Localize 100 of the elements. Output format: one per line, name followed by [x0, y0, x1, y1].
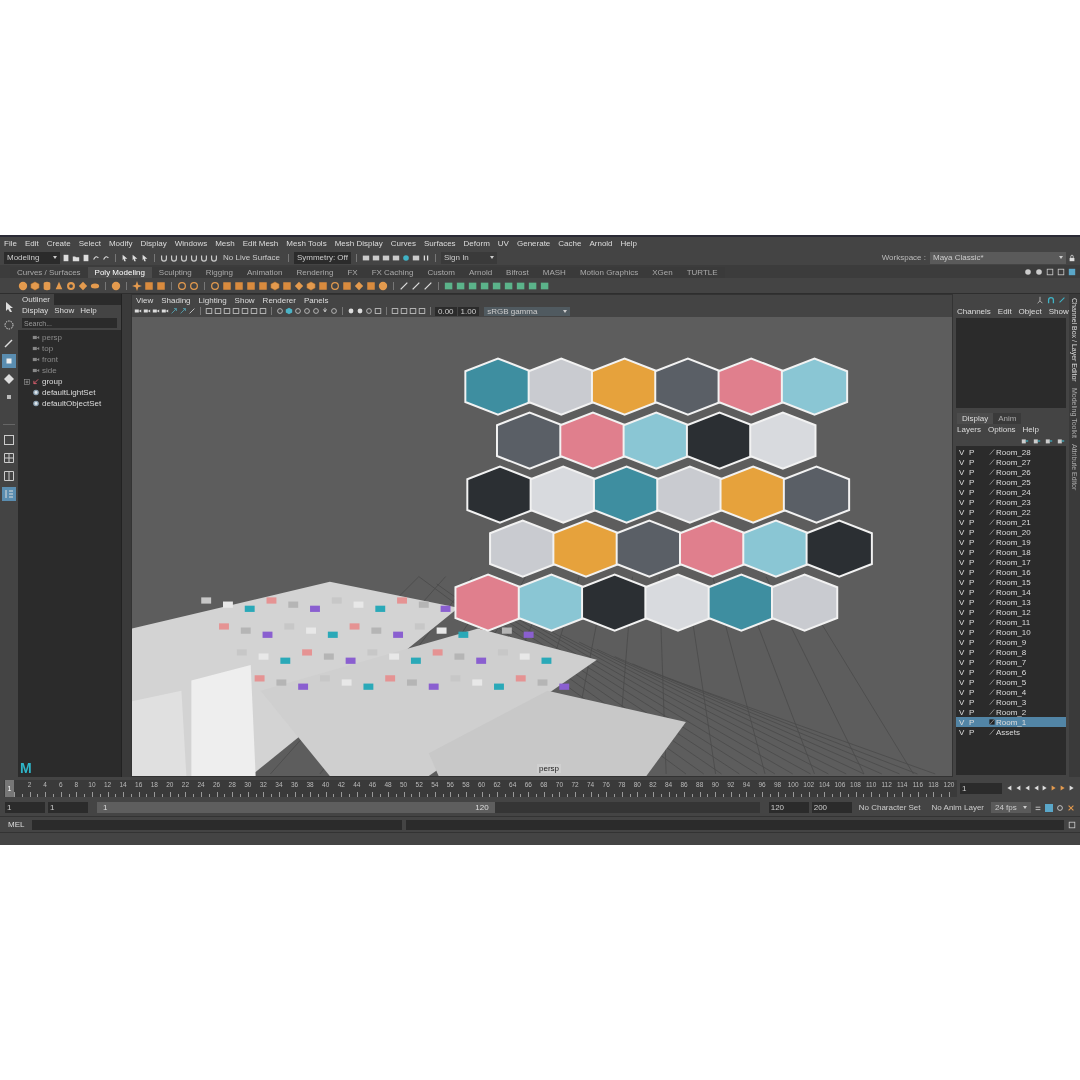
- menu-item[interactable]: Surfaces: [424, 239, 456, 248]
- step-back-icon[interactable]: [1023, 784, 1031, 792]
- cam-icon[interactable]: [152, 307, 160, 315]
- start-time-field[interactable]: 1: [5, 802, 45, 813]
- mesh-tool-icon[interactable]: [516, 280, 526, 291]
- doc-icon[interactable]: [62, 253, 70, 262]
- menu-item[interactable]: Edit: [24, 239, 39, 248]
- plane-icon[interactable]: [354, 280, 364, 291]
- circle-icon[interactable]: [1035, 267, 1043, 276]
- playback-end-field[interactable]: 120: [768, 802, 809, 813]
- mesh-tool-icon[interactable]: [528, 280, 538, 291]
- line-icon[interactable]: [411, 280, 421, 291]
- four-pane-layout-icon[interactable]: [2, 451, 16, 465]
- layer-row[interactable]: V P Room_27: [956, 457, 1066, 467]
- square-icon[interactable]: [1046, 267, 1054, 276]
- layer-row[interactable]: V P Room_26: [956, 467, 1066, 477]
- layer-row[interactable]: V P Room_17: [956, 557, 1066, 567]
- square-icon[interactable]: [381, 253, 390, 262]
- layer-row[interactable]: V P Room_13: [956, 597, 1066, 607]
- mode-dropdown[interactable]: Modeling: [4, 251, 60, 264]
- plane-icon[interactable]: [78, 280, 88, 291]
- menu-item[interactable]: Display: [22, 306, 49, 315]
- menu-item[interactable]: Mesh Display: [334, 239, 383, 248]
- ball-icon[interactable]: [111, 280, 121, 291]
- menu-item[interactable]: View: [136, 295, 154, 305]
- layer-row[interactable]: V P Room_2: [956, 707, 1066, 717]
- single-pane-layout-icon[interactable]: [2, 433, 16, 447]
- line-icon[interactable]: [423, 280, 433, 291]
- layer-row[interactable]: V P Room_5: [956, 677, 1066, 687]
- new-layer-icon[interactable]: [1021, 437, 1029, 445]
- circle-icon[interactable]: [210, 280, 220, 291]
- circle-icon[interactable]: [1024, 267, 1032, 276]
- menu-item[interactable]: Select: [78, 239, 101, 248]
- layer-row[interactable]: V P Room_28: [956, 447, 1066, 457]
- visibility-toggle[interactable]: V: [959, 597, 969, 607]
- cam-icon[interactable]: [143, 307, 151, 315]
- square-icon[interactable]: [144, 280, 154, 291]
- layer-row[interactable]: V P Room_24: [956, 487, 1066, 497]
- playback-toggle[interactable]: P: [969, 497, 979, 507]
- playback-toggle[interactable]: P: [969, 447, 979, 457]
- square-icon[interactable]: [366, 280, 376, 291]
- workspace-dropdown[interactable]: Maya Classic*: [930, 251, 1066, 264]
- menu-item[interactable]: Generate: [516, 239, 551, 248]
- square-icon[interactable]: [391, 253, 400, 262]
- sphere-icon[interactable]: [18, 280, 28, 291]
- layer-row[interactable]: V P Room_25: [956, 477, 1066, 487]
- menu-item[interactable]: Help: [620, 239, 637, 248]
- cam-icon[interactable]: [161, 307, 169, 315]
- step-forward-icon[interactable]: [1050, 784, 1058, 792]
- visibility-toggle[interactable]: V: [959, 457, 969, 467]
- sign-in-dropdown[interactable]: Sign In: [440, 251, 497, 264]
- mesh-tool-icon[interactable]: [468, 280, 478, 291]
- menu-item[interactable]: Shading: [161, 295, 191, 305]
- menu-item[interactable]: Windows: [174, 239, 208, 248]
- square-icon[interactable]: [411, 253, 420, 262]
- visibility-toggle[interactable]: V: [959, 607, 969, 617]
- layer-row[interactable]: V P Room_23: [956, 497, 1066, 507]
- layer-row[interactable]: V P Room_10: [956, 627, 1066, 637]
- layer-editor-tab[interactable]: Display: [957, 413, 994, 424]
- menu-item[interactable]: Help: [1022, 425, 1040, 435]
- menu-item[interactable]: UV: [497, 239, 509, 248]
- playback-toggle[interactable]: P: [969, 527, 979, 537]
- move-icon[interactable]: [2, 354, 16, 368]
- shelf-tab[interactable]: Poly Modeling: [87, 267, 152, 278]
- menu-item[interactable]: Arnold: [589, 239, 613, 248]
- layer-row[interactable]: V P Room_20: [956, 527, 1066, 537]
- menu-item[interactable]: Lighting: [198, 295, 227, 305]
- circle-icon[interactable]: [330, 307, 338, 315]
- script-language-label[interactable]: MEL: [4, 820, 29, 829]
- anim-layer-dropdown[interactable]: No Anim Layer: [927, 802, 988, 813]
- layer-row[interactable]: V P Room_19: [956, 537, 1066, 547]
- layer-row[interactable]: V P Room_7: [956, 657, 1066, 667]
- circle-icon[interactable]: [294, 307, 302, 315]
- layer-row[interactable]: V P Room_14: [956, 587, 1066, 597]
- visibility-toggle[interactable]: V: [959, 537, 969, 547]
- current-frame-field[interactable]: 1: [960, 782, 1002, 794]
- symmetry-dropdown[interactable]: Symmetry: Off: [293, 251, 351, 264]
- visibility-toggle[interactable]: V: [959, 517, 969, 527]
- visibility-toggle[interactable]: V: [959, 647, 969, 657]
- exposure-field[interactable]: 0.00: [435, 306, 457, 316]
- visibility-toggle[interactable]: V: [959, 617, 969, 627]
- range-slider[interactable]: 1 120: [97, 802, 495, 813]
- visibility-toggle[interactable]: V: [959, 567, 969, 577]
- new-layer-icon[interactable]: [1045, 437, 1053, 445]
- line-icon[interactable]: [399, 280, 409, 291]
- end-time-field[interactable]: 200: [811, 802, 852, 813]
- menu-item[interactable]: Show: [1048, 307, 1069, 317]
- playback-toggle[interactable]: P: [969, 587, 979, 597]
- playback-toggle[interactable]: P: [969, 457, 979, 467]
- layer-row[interactable]: V P Room_3: [956, 697, 1066, 707]
- menu-item[interactable]: Edit: [997, 307, 1012, 317]
- playback-toggle[interactable]: P: [969, 597, 979, 607]
- plane-icon[interactable]: [294, 280, 304, 291]
- lasso-icon[interactable]: [2, 318, 16, 332]
- outliner-scrollbar[interactable]: [121, 294, 131, 777]
- visibility-toggle[interactable]: V: [959, 497, 969, 507]
- layer-row[interactable]: V P Room_9: [956, 637, 1066, 647]
- circle-icon[interactable]: [189, 280, 199, 291]
- cone-icon[interactable]: [54, 280, 64, 291]
- menu-item[interactable]: Show: [234, 295, 255, 305]
